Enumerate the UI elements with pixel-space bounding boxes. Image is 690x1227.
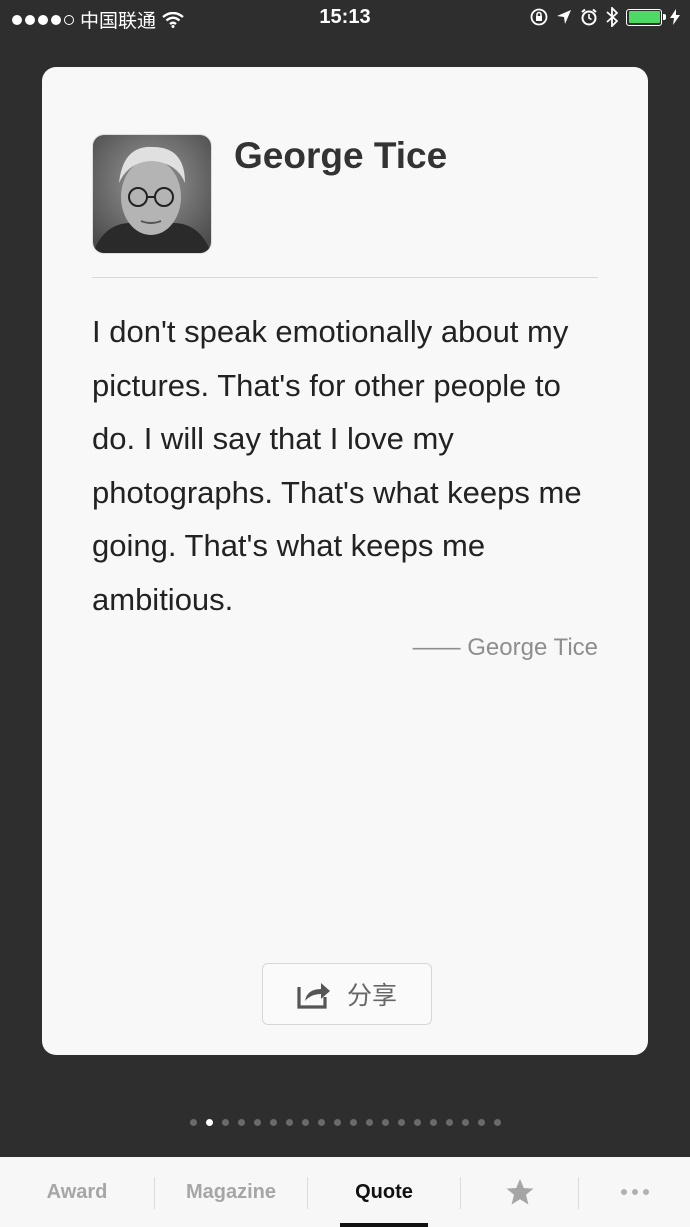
page-dot[interactable] — [478, 1119, 485, 1126]
page-dot[interactable] — [366, 1119, 373, 1126]
portrait-image — [93, 135, 211, 253]
share-label: 分享 — [346, 982, 397, 1010]
active-tab-indicator — [340, 1223, 428, 1227]
page-dot[interactable] — [446, 1119, 453, 1126]
tab-favorites[interactable] — [461, 1157, 578, 1227]
charging-icon — [670, 9, 680, 25]
page-dot[interactable] — [222, 1119, 229, 1126]
tab-quote-label: Quote — [355, 1180, 413, 1203]
page-dot[interactable] — [494, 1119, 501, 1126]
quote-text: I don't speak emotionally about my pictu… — [92, 314, 582, 617]
page-indicator[interactable] — [190, 1119, 501, 1126]
author-avatar — [92, 134, 212, 254]
location-icon — [557, 10, 571, 24]
status-icons — [530, 7, 680, 27]
share-icon — [297, 983, 330, 1009]
page-dot[interactable] — [286, 1119, 293, 1126]
page-dot[interactable] — [350, 1119, 357, 1126]
page-dot[interactable] — [430, 1119, 437, 1126]
page-dot[interactable] — [206, 1119, 213, 1126]
page-dot[interactable] — [414, 1119, 421, 1126]
quote-attribution: —— George Tice — [412, 634, 598, 661]
orientation-lock-icon — [530, 8, 548, 26]
tab-more[interactable] — [579, 1157, 690, 1227]
tab-magazine[interactable]: Magazine — [155, 1157, 307, 1227]
page-dot[interactable] — [382, 1119, 389, 1126]
page-dot[interactable] — [302, 1119, 309, 1126]
page-dot[interactable] — [254, 1119, 261, 1126]
divider — [92, 277, 598, 278]
alarm-icon — [581, 8, 597, 26]
tab-quote[interactable]: Quote — [308, 1157, 460, 1227]
tab-magazine-label: Magazine — [185, 1180, 277, 1203]
share-button[interactable]: 分享 — [262, 963, 432, 1025]
author-name: George Tice — [234, 135, 448, 176]
page-dot[interactable] — [462, 1119, 469, 1126]
page-dot[interactable] — [398, 1119, 405, 1126]
quote-card: George Tice I don't speak emotionally ab… — [42, 67, 648, 1055]
more-icon — [620, 1189, 649, 1195]
star-icon — [506, 1179, 533, 1205]
page-dot[interactable] — [270, 1119, 277, 1126]
bluetooth-icon — [606, 7, 618, 27]
battery-icon — [626, 8, 666, 26]
page-dot[interactable] — [238, 1119, 245, 1126]
page-dot[interactable] — [334, 1119, 341, 1126]
page-dot[interactable] — [318, 1119, 325, 1126]
tab-bar: Award Magazine Quote — [0, 1157, 690, 1227]
status-bar: 中国联通 15:13 — [0, 0, 690, 36]
page-dot[interactable] — [190, 1119, 197, 1126]
tab-award-label: Award — [46, 1180, 108, 1203]
tab-award[interactable]: Award — [0, 1157, 154, 1227]
